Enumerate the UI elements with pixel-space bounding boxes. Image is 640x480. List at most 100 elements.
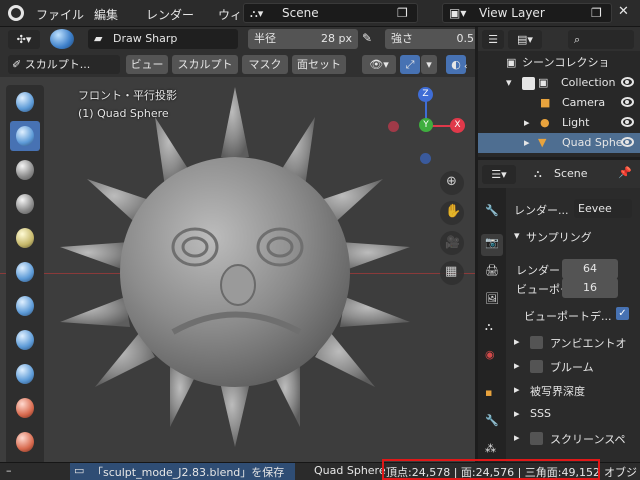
navigation-gizmo[interactable]: Z Y X	[388, 85, 468, 165]
tab-render-icon[interactable]: 📷	[481, 234, 503, 256]
strength-field[interactable]: 強さ 0.5	[385, 29, 475, 49]
tool-crease[interactable]	[10, 325, 40, 355]
scene-selector[interactable]: ⛬▾ Scene ❐	[243, 3, 418, 23]
properties-editor-type-button[interactable]: ☰▾	[482, 165, 516, 184]
sidebar-expand-icon[interactable]: ‹	[464, 62, 468, 72]
ssr-checkbox[interactable]	[530, 432, 543, 445]
gizmo-z-axis[interactable]: Z	[418, 87, 433, 102]
outliner-row-light[interactable]: ▸ ● Light	[478, 113, 640, 133]
tab-modifier-icon[interactable]: 🔧	[481, 412, 503, 434]
eye-icon[interactable]	[621, 137, 634, 147]
tool-picker-button[interactable]: ✣▾	[8, 30, 40, 49]
render-samples-field[interactable]: 64	[562, 259, 618, 279]
ortho-grid-icon[interactable]: ▦	[440, 261, 464, 285]
menu-face-sets[interactable]: 面セット	[292, 55, 346, 74]
tab-object-icon[interactable]: ▪	[481, 384, 503, 406]
pin-icon[interactable]: 📌	[618, 166, 632, 179]
panel-depth-of-field[interactable]: ▸ 被写界深度	[508, 380, 640, 402]
menu-render[interactable]: レンダー	[146, 6, 194, 23]
eye-icon[interactable]	[621, 97, 634, 107]
outliner-row-collection[interactable]: ▾ ▣ Collection	[478, 73, 640, 93]
tab-output-icon[interactable]: 🖨	[481, 262, 503, 284]
expand-arrow-icon[interactable]: ▾	[506, 73, 512, 93]
bloom-checkbox[interactable]	[530, 360, 543, 373]
tab-view-layer-icon[interactable]: 🖼	[481, 290, 503, 312]
scene-copy-icon[interactable]: ❐	[397, 6, 408, 20]
menu-sculpt[interactable]: スカルプト	[172, 55, 238, 74]
radius-field[interactable]: 半径 28 px	[248, 29, 358, 49]
eye-icon[interactable]	[621, 77, 634, 87]
outliner-row-camera[interactable]: ■ Camera	[478, 93, 640, 113]
outliner-header: ☰ ▤▾ ⌕	[478, 27, 640, 51]
render-engine-dropdown[interactable]: Eevee	[574, 199, 632, 218]
menu-mask[interactable]: マスク	[242, 55, 288, 74]
3d-viewport[interactable]: ✣▾ ▰ Draw Sharp 半径 28 px ✎ 強さ 0.5 ✐ スカルプ…	[0, 27, 475, 462]
tool-flatten[interactable]	[10, 393, 40, 423]
status-dash: –	[6, 464, 12, 477]
overlay-toggle-button[interactable]: ◐	[446, 55, 466, 74]
outliner-editor-type-button[interactable]: ☰	[482, 30, 504, 49]
sampling-panel-header[interactable]: ▾ サンプリング	[508, 226, 640, 248]
tool-fill[interactable]	[10, 427, 40, 457]
inflate-brush-icon	[16, 262, 34, 282]
pan-hand-icon[interactable]: ✋	[440, 201, 464, 225]
visibility-dropdown[interactable]: 👁▾	[362, 55, 396, 74]
scene-name-field[interactable]: Scene	[282, 6, 319, 20]
zoom-icon[interactable]: ⊕	[440, 171, 464, 195]
collapse-arrow-icon[interactable]: ▸	[524, 133, 530, 153]
status-object-stats: オブジ	[604, 466, 637, 479]
gizmo-toggle-button[interactable]: ⤢	[400, 55, 420, 74]
tool-draw-sharp[interactable]	[10, 121, 40, 151]
outliner-display-mode-button[interactable]: ▤▾	[508, 30, 542, 49]
outliner-scene-collection[interactable]: ▣ シーンコレクショ	[478, 53, 640, 73]
view-layer-name-field[interactable]: View Layer	[479, 6, 545, 20]
tool-inflate[interactable]	[10, 257, 40, 287]
light-object-icon: ●	[540, 116, 550, 129]
draw-brush-icon	[16, 92, 34, 112]
collection-checkbox[interactable]	[522, 77, 535, 90]
eye-icon[interactable]	[621, 117, 634, 127]
panel-sss[interactable]: ▸ SSS	[508, 404, 640, 426]
tool-draw[interactable]	[10, 87, 40, 117]
close-view-layer-icon[interactable]: ✕	[618, 4, 629, 19]
gizmo-x-neg-dot[interactable]	[388, 121, 399, 132]
gizmo-z-neg-dot[interactable]	[420, 153, 431, 164]
quad-sphere-label: Quad Sphe	[562, 136, 623, 149]
mode-selector[interactable]: ✐ スカルプト...	[8, 55, 120, 74]
tool-layer[interactable]	[10, 223, 40, 253]
tool-smooth[interactable]	[10, 359, 40, 389]
tab-tool-icon[interactable]: 🔧	[481, 202, 503, 224]
pressure-radius-icon[interactable]: ✎	[362, 31, 372, 45]
view-layer-selector[interactable]: ▣▾ View Layer ❐	[442, 3, 612, 23]
gizmo-x-axis[interactable]: X	[450, 118, 465, 133]
tool-clay-strips[interactable]	[10, 189, 40, 219]
tab-world-icon[interactable]: ◉	[481, 346, 503, 368]
panel-bloom[interactable]: ▸ ブルーム	[508, 356, 640, 378]
collapse-arrow-icon[interactable]: ▸	[524, 113, 530, 133]
tool-blob[interactable]	[10, 291, 40, 321]
brush-icon: ▰	[94, 32, 103, 45]
view-layer-copy-icon[interactable]: ❐	[591, 6, 602, 20]
viewport-denoise-checkbox[interactable]: ✓	[616, 307, 629, 320]
sculpt-object-quad-sphere[interactable]	[55, 77, 415, 457]
tool-clay[interactable]	[10, 155, 40, 185]
camera-view-icon[interactable]: 🎥	[440, 231, 464, 255]
menu-file[interactable]: ファイル	[36, 6, 84, 23]
viewport-header: ✐ スカルプト... ビュー スカルプト マスク 面セット 👁▾ ⤢ ▾ ◐	[0, 52, 475, 77]
brush-name-field[interactable]: ▰ Draw Sharp	[88, 29, 238, 49]
outliner-search-field[interactable]: ⌕	[568, 30, 634, 49]
panel-ambient-occlusion[interactable]: ▸ アンビエントオ	[508, 332, 640, 354]
panel-screen-space-reflections[interactable]: ▸ スクリーンスペ	[508, 428, 640, 450]
tool-header: ✣▾ ▰ Draw Sharp 半径 28 px ✎ 強さ 0.5	[0, 27, 475, 52]
render-engine-label: レンダー...	[514, 204, 569, 217]
blender-logo-icon[interactable]	[8, 5, 24, 21]
viewport-samples-field[interactable]: 16	[562, 278, 618, 298]
gizmo-dropdown[interactable]: ▾	[421, 55, 437, 74]
menu-view[interactable]: ビュー	[126, 55, 168, 74]
menu-edit[interactable]: 編集	[94, 6, 118, 23]
brush-preview-icon[interactable]	[50, 29, 74, 49]
outliner-row-quad-sphere[interactable]: ▸ ▼ Quad Sphe	[478, 133, 640, 153]
gizmo-y-axis[interactable]: Y	[419, 118, 433, 132]
ambient-occlusion-checkbox[interactable]	[530, 336, 543, 349]
tab-scene-icon[interactable]: ⛬	[481, 318, 503, 340]
